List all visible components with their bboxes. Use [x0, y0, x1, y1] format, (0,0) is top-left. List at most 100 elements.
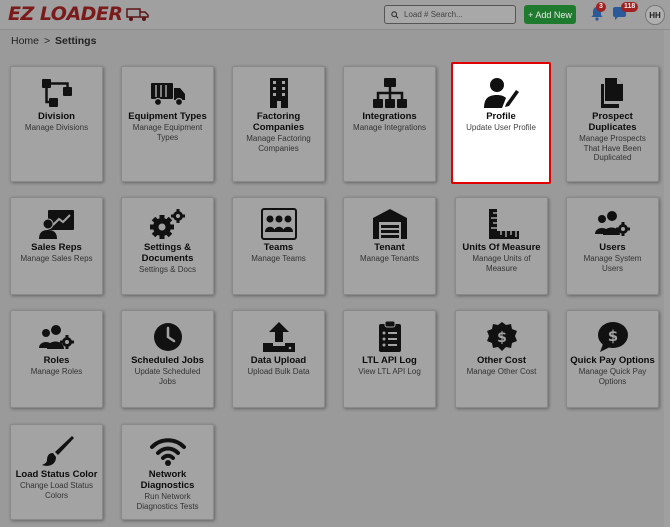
ruler-icon: [488, 209, 519, 239]
card-description: Manage Quick Pay Options: [578, 367, 647, 386]
ez-loader-logo[interactable]: EZ LOADER: [8, 3, 151, 25]
settings-card-teams[interactable]: Teams Manage Teams: [232, 197, 325, 295]
card-description: Update User Profile: [466, 123, 536, 132]
settings-card-division[interactable]: Division Manage Divisions: [10, 66, 103, 182]
settings-card-ltl-api-log[interactable]: LTL API Log View LTL API Log: [343, 310, 436, 408]
settings-card-data-upload[interactable]: Data Upload Upload Bulk Data: [232, 310, 325, 408]
settings-card-units-of-measure[interactable]: Units Of Measure Manage Units of Measure: [455, 197, 548, 295]
settings-card-integrations[interactable]: Integrations Manage Integrations: [343, 66, 436, 182]
settings-card-users[interactable]: Users Manage System Users: [566, 197, 659, 295]
dollar-chat-icon: $: [597, 322, 628, 352]
card-title: Division: [38, 111, 75, 122]
card-title: Equipment Types: [128, 111, 207, 122]
wifi-icon: [149, 438, 186, 466]
messages-count-badge: 118: [621, 2, 639, 12]
card-description: Change Load Status Colors: [20, 481, 93, 500]
page-scrollbar[interactable]: [664, 30, 670, 527]
settings-card-equipment-types[interactable]: Equipment Types Manage Equipment Types: [121, 66, 214, 182]
card-title: Data Upload: [250, 355, 307, 366]
settings-card-factoring-companies[interactable]: Factoring Companies Manage Factoring Com…: [232, 66, 325, 182]
settings-card-scheduled-jobs[interactable]: Scheduled Jobs Update Scheduled Jobs: [121, 310, 214, 408]
card-title: Quick Pay Options: [570, 355, 655, 366]
card-title: Load Status Color: [15, 469, 98, 480]
card-title: LTL API Log: [362, 355, 417, 366]
clock-icon: [153, 323, 182, 351]
logo-text: EZ LOADER: [8, 3, 123, 25]
settings-card-prospect-duplicates[interactable]: Prospect Duplicates Manage Prospects Tha…: [566, 66, 659, 182]
card-title: Scheduled Jobs: [131, 355, 204, 366]
settings-card-settings-documents[interactable]: Settings & Documents Settings & Docs: [121, 197, 214, 295]
svg-text:$: $: [497, 330, 507, 346]
card-description: Manage Sales Reps: [20, 254, 93, 263]
card-description: Manage Prospects That Have Been Duplicat…: [579, 134, 646, 162]
breadcrumb-current: Settings: [55, 35, 97, 47]
dollar-badge-icon: $: [486, 322, 517, 351]
breadcrumb-separator: >: [43, 35, 51, 47]
settings-card-other-cost[interactable]: $ Other Cost Manage Other Cost: [455, 310, 548, 408]
add-new-button[interactable]: + Add New: [524, 5, 576, 24]
warehouse-icon: [372, 209, 407, 239]
settings-card-quick-pay-options[interactable]: $ Quick Pay Options Manage Quick Pay Opt…: [566, 310, 659, 408]
top-bar: EZ LOADER + Add New 3 118 HH: [0, 0, 670, 30]
card-title: Factoring Companies: [252, 111, 305, 133]
card-description: Manage System Users: [583, 254, 642, 273]
card-description: View LTL API Log: [358, 367, 421, 376]
building-icon: [269, 78, 288, 108]
gears-icon: [149, 209, 185, 239]
user-pen-icon: [484, 78, 519, 108]
card-title: Units Of Measure: [462, 242, 541, 253]
card-title: Other Cost: [476, 355, 527, 366]
truck-logo-icon: [125, 8, 149, 21]
team-icon: [260, 208, 297, 240]
network-icon: [372, 78, 407, 108]
card-title: Tenant: [374, 242, 405, 253]
upload-icon: [262, 322, 295, 352]
card-title: Settings & Documents: [141, 242, 194, 264]
card-description: Manage Integrations: [353, 123, 426, 132]
search-icon: [391, 10, 399, 19]
card-description: Manage Units of Measure: [472, 254, 531, 273]
card-title: Prospect Duplicates: [588, 111, 637, 133]
card-description: Manage Equipment Types: [132, 123, 203, 142]
card-description: Manage Other Cost: [466, 367, 537, 376]
settings-card-profile[interactable]: Profile Update User Profile: [451, 62, 551, 184]
documents-icon: [600, 78, 623, 108]
settings-card-tenant[interactable]: Tenant Manage Tenants: [343, 197, 436, 295]
card-title: Profile: [486, 111, 516, 122]
card-description: Manage Roles: [30, 367, 83, 376]
breadcrumb: Home > Settings: [11, 35, 96, 47]
paintbrush-icon: [41, 436, 74, 466]
card-description: Manage Divisions: [24, 123, 89, 132]
card-title: Teams: [263, 242, 294, 253]
messages-button[interactable]: 118: [612, 2, 639, 26]
card-title: Network Diagnostics: [140, 469, 195, 491]
card-description: Run Network Diagnostics Tests: [136, 492, 199, 511]
card-description: Update Scheduled Jobs: [134, 367, 201, 386]
settings-card-sales-reps[interactable]: Sales Reps Manage Sales Reps: [10, 197, 103, 295]
truck-icon: [150, 83, 185, 107]
clipboard-list-icon: [378, 321, 401, 352]
card-title: Users: [599, 242, 626, 253]
card-description: Manage Tenants: [359, 254, 419, 263]
card-description: Upload Bulk Data: [247, 367, 310, 376]
roles-icon: [38, 325, 74, 349]
division-flowchart-icon: [41, 79, 72, 107]
card-description: Manage Teams: [251, 254, 306, 263]
sales-rep-icon: [38, 210, 74, 239]
settings-card-network-diagnostics[interactable]: Network Diagnostics Run Network Diagnost…: [121, 424, 214, 520]
load-search-box[interactable]: [384, 5, 516, 24]
notifications-button[interactable]: 3: [590, 2, 606, 26]
notifications-count-badge: 3: [596, 2, 606, 12]
settings-card-roles[interactable]: Roles Manage Roles: [10, 310, 103, 408]
card-description: Manage Factoring Companies: [246, 134, 311, 153]
users-gear-icon: [594, 211, 630, 236]
card-title: Roles: [43, 355, 70, 366]
user-avatar[interactable]: HH: [645, 5, 665, 25]
svg-text:$: $: [607, 327, 617, 345]
card-title: Integrations: [362, 111, 417, 122]
breadcrumb-home[interactable]: Home: [11, 35, 39, 47]
load-search-input[interactable]: [404, 10, 504, 19]
card-title: Sales Reps: [31, 242, 82, 253]
card-description: Settings & Docs: [139, 265, 196, 274]
settings-card-load-status-color[interactable]: Load Status Color Change Load Status Col…: [10, 424, 103, 520]
